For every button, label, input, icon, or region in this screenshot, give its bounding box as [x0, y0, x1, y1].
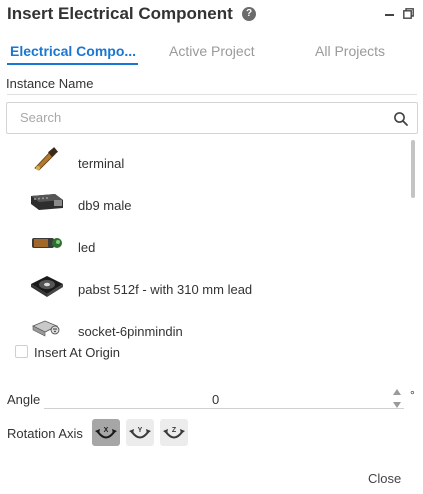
help-icon[interactable]: ?	[242, 7, 256, 21]
minimize-icon[interactable]	[385, 14, 394, 16]
component-item-terminal[interactable]: terminal	[7, 142, 407, 184]
db9-connector-icon	[31, 194, 63, 210]
insert-at-origin-label: Insert At Origin	[34, 345, 120, 360]
tab-electrical-components[interactable]: Electrical Compo...	[10, 43, 136, 59]
tab-bar: Electrical Compo... Active Project All P…	[0, 38, 423, 66]
rotate-x-axis-letter: X	[104, 427, 109, 434]
angle-increment-arrow-icon[interactable]	[393, 389, 401, 395]
component-item-socket-6pinmindin[interactable]: socket-6pinmindin	[7, 310, 407, 340]
insert-at-origin-checkbox[interactable]	[15, 345, 28, 358]
restore-window-icon[interactable]	[403, 8, 414, 19]
component-label: terminal	[78, 156, 125, 171]
active-tab-indicator	[7, 63, 138, 65]
led-icon	[32, 238, 62, 248]
tab-active-project[interactable]: Active Project	[169, 43, 255, 59]
angle-label: Angle	[7, 392, 41, 407]
rotate-x-icon: X	[95, 427, 117, 439]
search-input[interactable]	[20, 110, 380, 125]
component-label: socket-6pinmindin	[78, 324, 183, 339]
close-button[interactable]: Close	[368, 471, 401, 486]
list-scrollbar[interactable]	[411, 140, 415, 198]
component-label: db9 male	[78, 198, 132, 213]
rotate-y-axis-letter: Y	[138, 427, 143, 434]
terminal-icon	[34, 147, 58, 171]
search-icon[interactable]	[393, 111, 409, 127]
rotation-axis-label: Rotation Axis	[7, 426, 83, 441]
angle-value: 0	[212, 392, 220, 407]
component-label: pabst 512f - with 310 mm lead	[78, 282, 253, 297]
search-box	[6, 102, 418, 134]
fan-icon	[31, 276, 63, 297]
rotate-x-button[interactable]: X	[92, 419, 120, 446]
instance-name-label: Instance Name	[6, 76, 94, 91]
angle-decrement-arrow-icon[interactable]	[393, 402, 401, 408]
title-bar: Insert Electrical Component ?	[7, 2, 417, 26]
component-list: terminal db9 male led pabst 512f - with …	[7, 138, 419, 340]
rotate-y-icon: Y	[129, 427, 151, 439]
rotate-z-button[interactable]: Z	[160, 419, 188, 446]
mini-din-socket-icon	[32, 320, 60, 337]
angle-unit: °	[410, 388, 415, 402]
angle-input[interactable]: 0	[44, 389, 404, 409]
component-label: led	[78, 240, 96, 255]
rotate-y-button[interactable]: Y	[126, 419, 154, 446]
instance-name-field[interactable]	[7, 94, 417, 95]
component-item-db9-male[interactable]: db9 male	[7, 184, 407, 226]
dialog-title: Insert Electrical Component	[7, 4, 233, 23]
component-item-led[interactable]: led	[7, 226, 407, 268]
component-item-pabst-512f[interactable]: pabst 512f - with 310 mm lead	[7, 268, 407, 310]
rotate-z-icon: Z	[163, 427, 185, 439]
rotate-z-axis-letter: Z	[172, 427, 177, 434]
tab-all-projects[interactable]: All Projects	[315, 43, 385, 59]
